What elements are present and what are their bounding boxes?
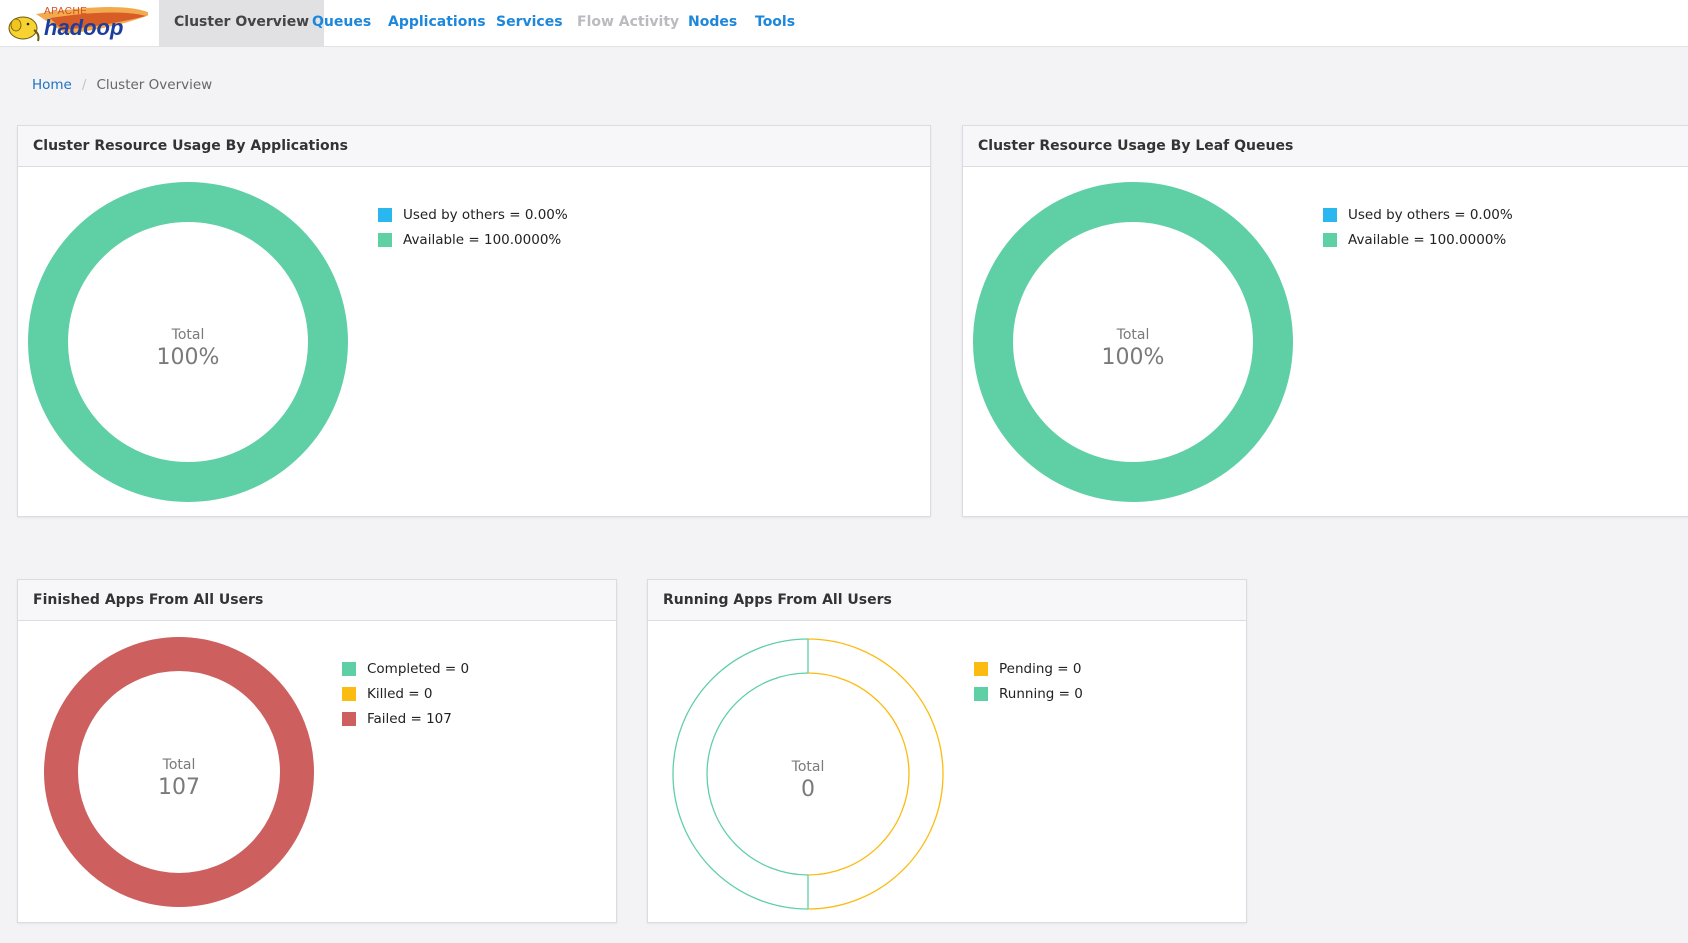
donut-outline-running [672,638,809,910]
panel-title: Running Apps From All Users [648,580,1246,621]
donut-center-value: 107 [158,775,200,800]
legend-label: Available = 100.0000% [403,231,562,248]
legend-swatch [378,207,392,222]
donut-chart-resource-usage-queues: Total 100% [973,182,1293,502]
panel-resource-usage-by-applications: Cluster Resource Usage By Applications T… [17,125,931,517]
legend-swatch [342,661,356,676]
legend-swatch [378,232,392,247]
donut-chart-finished-apps: Total 107 [44,637,314,907]
legend-label: Failed = 107 [367,710,452,727]
donut-outline-pending [807,638,944,910]
legend-swatch [342,686,356,701]
donut-center-value: 100% [157,345,220,370]
legend-item-running: Running = 0 [974,681,1083,706]
donut-center-label: Total [1116,327,1150,343]
breadcrumb: Home / Cluster Overview [32,77,212,93]
donut-center-value: 0 [801,777,815,802]
legend-item-used-by-others: Used by others = 0.00% [1323,202,1513,227]
legend-label: Used by others = 0.00% [403,206,568,223]
legend: Completed = 0 Killed = 0 Failed = 107 [342,656,469,731]
panel-title: Cluster Resource Usage By Applications [18,126,930,167]
legend-item-killed: Killed = 0 [342,681,469,706]
breadcrumb-home-link[interactable]: Home [32,77,72,93]
legend-label: Completed = 0 [367,660,470,677]
legend: Pending = 0 Running = 0 [974,656,1083,706]
legend: Used by others = 0.00% Available = 100.0… [1323,202,1513,252]
donut-chart-running-apps: Total 0 [672,638,944,910]
donut-center-label: Total [791,759,825,775]
breadcrumb-separator: / [81,77,87,93]
donut-chart-resource-usage-apps: Total 100% [28,182,348,502]
legend-swatch [342,711,356,726]
legend-label: Available = 100.0000% [1348,231,1507,248]
legend-swatch [1323,207,1337,222]
panel-resource-usage-by-leaf-queues: Cluster Resource Usage By Leaf Queues To… [962,125,1688,517]
legend-label: Used by others = 0.00% [1348,206,1513,223]
legend-item-pending: Pending = 0 [974,656,1083,681]
top-navbar: APACHE hadoop Cluster Overview Queues Ap… [0,0,1688,47]
panel-finished-apps: Finished Apps From All Users Total 107 C… [17,579,617,923]
legend-label: Killed = 0 [367,685,433,702]
legend-label: Running = 0 [999,685,1083,702]
legend-label: Pending = 0 [999,660,1082,677]
nav-tools[interactable]: Tools [740,0,810,47]
panel-title: Finished Apps From All Users [18,580,616,621]
panel-running-apps: Running Apps From All Users Total 0 Pend… [647,579,1247,923]
donut-center-label: Total [162,757,196,773]
breadcrumb-current: Cluster Overview [96,77,213,93]
donut-center-value: 100% [1102,345,1165,370]
legend-item-available: Available = 100.0000% [1323,227,1513,252]
legend-item-completed: Completed = 0 [342,656,469,681]
legend-swatch [974,661,988,676]
legend-item-failed: Failed = 107 [342,706,469,731]
legend-swatch [974,686,988,701]
hadoop-logo[interactable]: APACHE hadoop [6,4,148,44]
panel-title: Cluster Resource Usage By Leaf Queues [963,126,1688,167]
legend-item-available: Available = 100.0000% [378,227,568,252]
logo-hadoop-text: hadoop [44,15,124,40]
legend: Used by others = 0.00% Available = 100.0… [378,202,568,252]
legend-swatch [1323,232,1337,247]
legend-item-used-by-others: Used by others = 0.00% [378,202,568,227]
donut-center-label: Total [171,327,205,343]
